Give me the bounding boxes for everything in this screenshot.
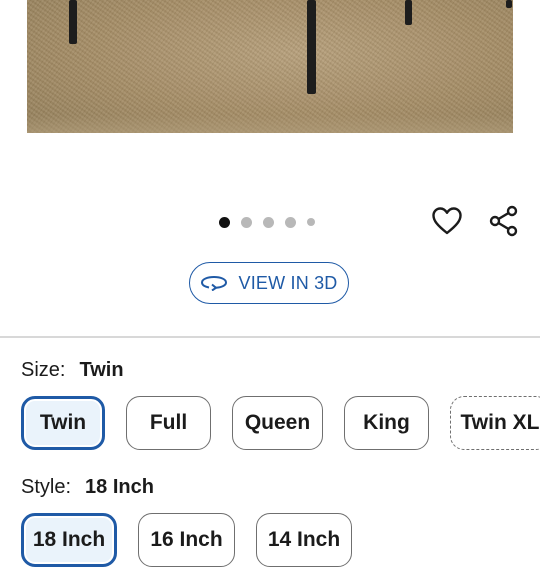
carousel-dot-2[interactable] [241, 216, 252, 228]
size-option-twin-xl[interactable]: Twin XL [450, 396, 540, 450]
size-selected-value: Twin [79, 359, 124, 381]
style-selected-value: 18 Inch [85, 476, 154, 498]
favorite-button[interactable] [430, 204, 464, 238]
style-label: Style: [21, 476, 72, 498]
share-button[interactable] [487, 204, 521, 238]
view-in-3d-button[interactable]: VIEW IN 3D [189, 262, 349, 304]
size-option-king[interactable]: King [344, 396, 429, 450]
style-option-16-inch[interactable]: 16 Inch [138, 513, 235, 567]
style-heading: Style: 18 Inch [21, 476, 154, 499]
style-option-18-inch[interactable]: 18 Inch [21, 513, 117, 567]
bed-leg [405, 0, 412, 25]
bed-leg [506, 0, 512, 8]
size-option-queen[interactable]: Queen [232, 396, 323, 450]
carousel-indicator [219, 215, 315, 229]
carousel-dot-5[interactable] [307, 218, 315, 226]
carousel-dot-3[interactable] [263, 216, 274, 228]
style-option-14-inch[interactable]: 14 Inch [256, 513, 352, 567]
size-label: Size: [21, 359, 66, 381]
share-icon [489, 205, 518, 237]
carousel-dot-4[interactable] [285, 216, 296, 228]
product-image[interactable] [27, 0, 513, 133]
rotate-3d-icon [201, 275, 228, 291]
floor-edge [27, 115, 513, 133]
size-option-full[interactable]: Full [126, 396, 211, 450]
size-heading: Size: Twin [21, 359, 124, 382]
heart-icon [432, 207, 462, 235]
bed-leg [69, 0, 77, 44]
bed-leg [307, 0, 316, 94]
section-divider [0, 336, 540, 338]
size-option-twin[interactable]: Twin [21, 396, 105, 450]
view-in-3d-label: VIEW IN 3D [238, 272, 338, 293]
carousel-dot-1[interactable] [219, 216, 230, 228]
